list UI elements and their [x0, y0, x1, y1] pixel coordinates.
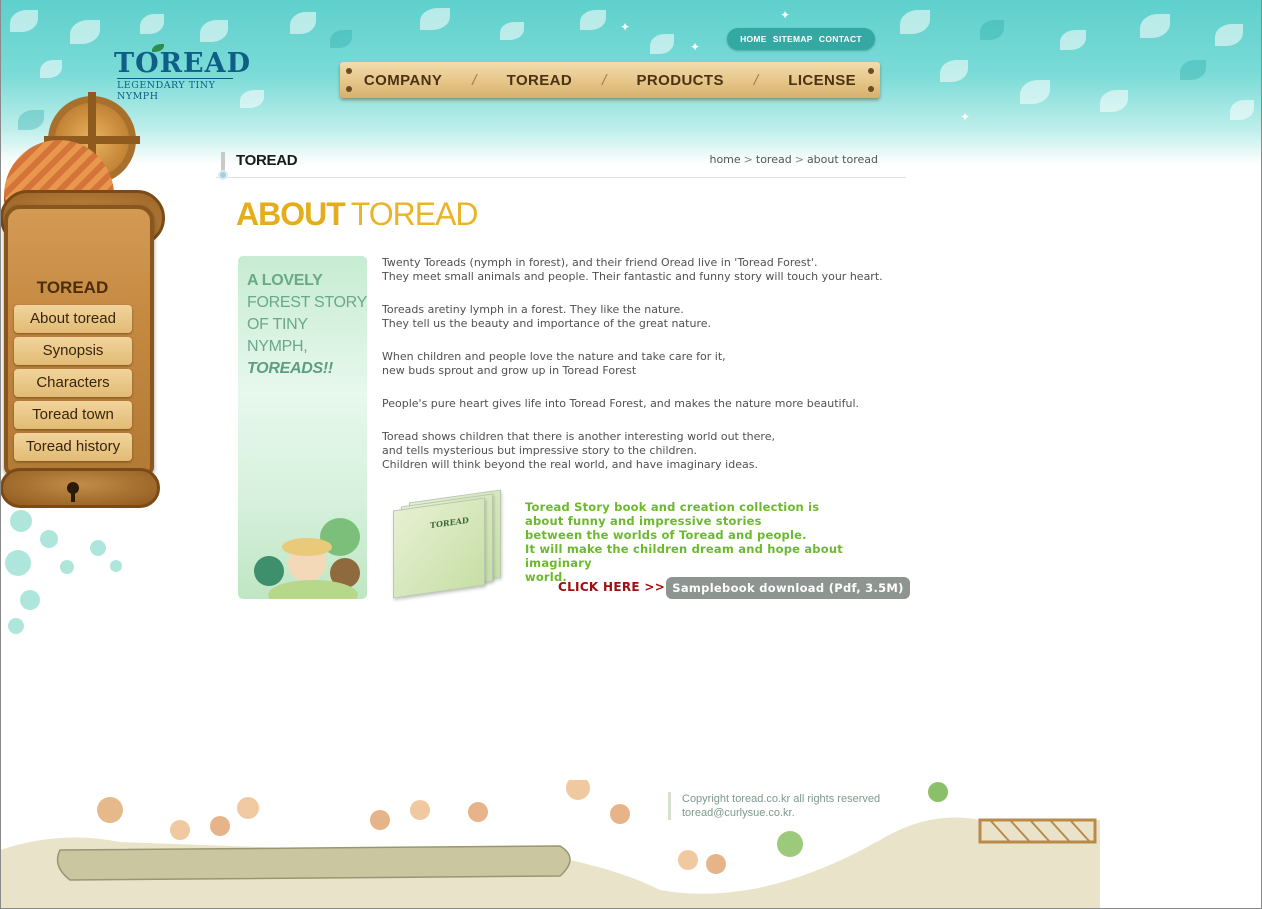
footer-illustration: [0, 780, 1262, 908]
nav-products[interactable]: PRODUCTS: [637, 72, 724, 89]
banner-line: FOREST STORY: [247, 294, 367, 311]
copyright-text: Copyright toread.co.kr all rights reserv…: [682, 793, 881, 805]
copy-paragraph: When children and people love the nature…: [382, 350, 726, 377]
contact-email: toread@curlysue.co.kr.: [682, 807, 795, 819]
sidebar-item-toread-history[interactable]: Toread history: [14, 433, 132, 461]
promo-text: Toread Story book and creation collectio…: [525, 500, 843, 584]
about-copy: Twenty Toreads (nymph in forest), and th…: [382, 256, 902, 491]
section-title: TOREAD: [236, 152, 298, 169]
nymph-illustration: [248, 514, 367, 599]
click-here-link[interactable]: CLICK HERE >>: [558, 580, 665, 594]
copy-paragraph: People's pure heart gives life into Tore…: [382, 397, 859, 410]
copy-paragraph: Toreads aretiny lymph in a forest. They …: [382, 303, 711, 330]
footer-copyright: Copyright toread.co.kr all rights reserv…: [668, 792, 880, 820]
logo-tagline: LEGENDARY TINY NYMPH: [117, 78, 233, 102]
nail-icon: [346, 86, 352, 92]
samplebook-download-button[interactable]: Samplebook download (Pdf, 3.5M): [666, 577, 910, 599]
copy-paragraph: Toread shows children that there is anot…: [382, 430, 775, 471]
util-sitemap-link[interactable]: SITEMAP: [773, 34, 813, 44]
logo[interactable]: TOREAD LEGENDARY TINY NYMPH: [114, 44, 251, 102]
keyhole-icon: [67, 482, 79, 502]
utility-nav: HOME SITEMAP CONTACT: [727, 28, 875, 50]
nail-icon: [346, 68, 352, 74]
chevron-right-icon: >: [743, 153, 753, 166]
breadcrumb-current: about toread: [806, 153, 878, 166]
pin-icon: [218, 152, 228, 186]
banner-text: A LOVELY FOREST STORY OF TINY NYMPH, TOR…: [247, 270, 367, 380]
nav-license[interactable]: LICENSE: [788, 72, 856, 89]
nav-separator: /: [753, 72, 759, 88]
nav-separator: /: [602, 72, 607, 88]
sidebar-title: TOREAD: [36, 278, 109, 297]
banner-line: A LOVELY: [247, 272, 323, 289]
util-home-link[interactable]: HOME: [740, 34, 767, 44]
banner-line: OF TINY NYMPH,: [247, 316, 308, 355]
story-banner: A LOVELY FOREST STORY OF TINY NYMPH, TOR…: [238, 256, 367, 599]
nav-company[interactable]: COMPANY: [364, 72, 442, 89]
banner-emphasis: TOREADS!!: [247, 360, 333, 377]
nav-toread[interactable]: TOREAD: [507, 72, 572, 89]
logo-wordmark: TOREAD: [114, 48, 251, 79]
book-cover-title: TOREAD: [430, 514, 469, 531]
sidebar-item-toread-town[interactable]: Toread town: [14, 401, 132, 429]
page-title-light: TOREAD: [350, 196, 479, 232]
sidebar-menu: About toread Synopsis Characters Toread …: [14, 305, 132, 465]
chevron-right-icon: >: [794, 153, 804, 166]
nail-icon: [868, 68, 874, 74]
page-title-bold: ABOUT: [236, 196, 346, 232]
nav-separator: /: [472, 72, 477, 88]
breadcrumb-toread[interactable]: toread: [756, 153, 792, 166]
copy-paragraph: Twenty Toreads (nymph in forest), and th…: [382, 256, 883, 283]
main-nav: COMPANY / TOREAD / PRODUCTS / LICENSE: [340, 62, 880, 98]
storybook-image[interactable]: TOREAD: [393, 489, 501, 599]
breadcrumb-home[interactable]: home: [709, 153, 740, 166]
side-leaf-decoration: [0, 500, 150, 640]
nail-icon: [868, 86, 874, 92]
sidebar-item-about-toread[interactable]: About toread: [14, 305, 132, 333]
util-contact-link[interactable]: CONTACT: [819, 34, 862, 44]
section-header: TOREAD home > toread > about toread: [216, 150, 906, 180]
page-title: ABOUT TOREAD: [236, 196, 479, 233]
sidebar-item-characters[interactable]: Characters: [14, 369, 132, 397]
breadcrumb: home > toread > about toread: [709, 153, 878, 166]
sidebar-item-synopsis[interactable]: Synopsis: [14, 337, 132, 365]
